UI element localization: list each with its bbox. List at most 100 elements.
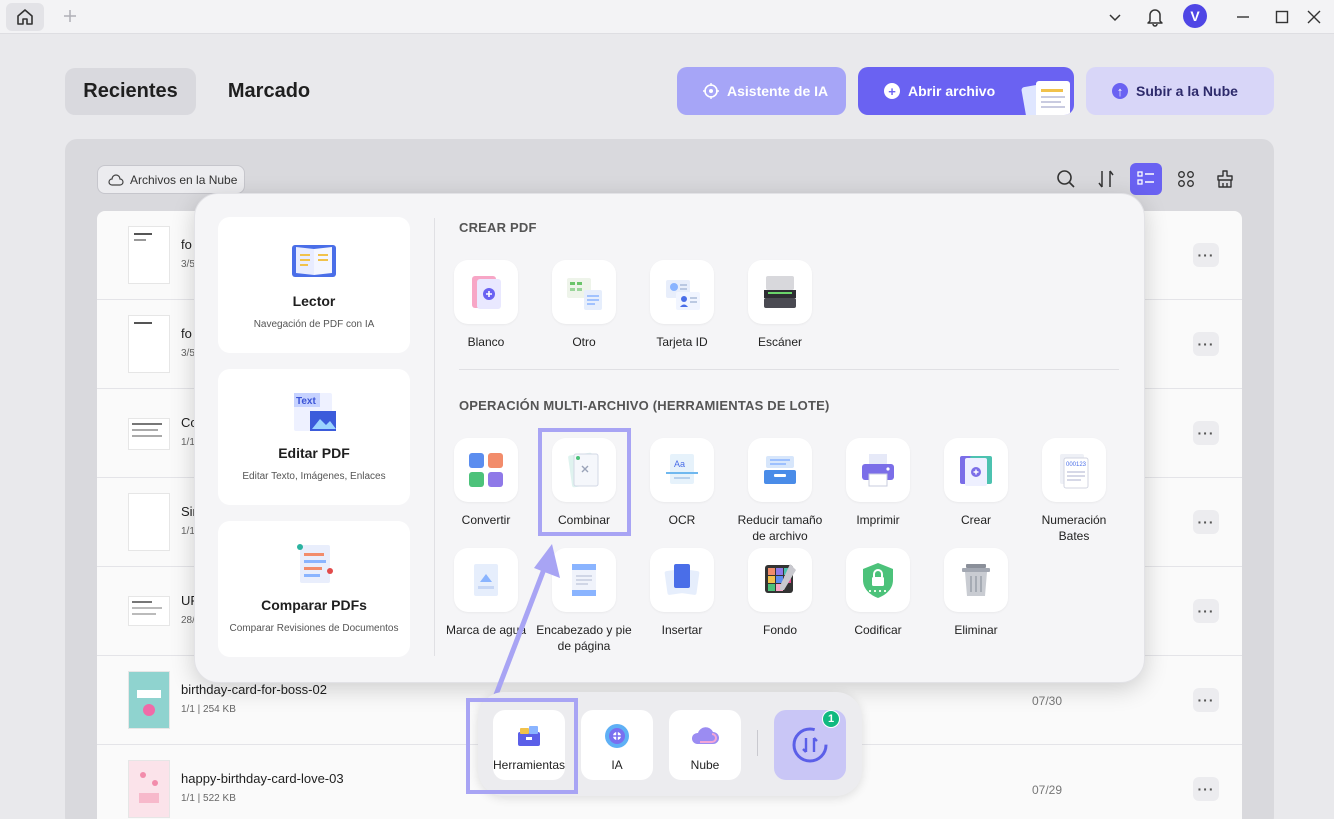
ai-assistant-button[interactable]: Asistente de IA xyxy=(677,67,846,115)
dock-cloud-label: Nube xyxy=(690,758,720,772)
file-meta: 1/1 xyxy=(181,526,195,537)
maximize-icon xyxy=(1275,10,1289,24)
tab-recent[interactable]: Recientes xyxy=(65,68,196,115)
tool-convert[interactable]: Convertir xyxy=(438,438,534,528)
broom-icon xyxy=(1217,170,1233,188)
dock-ai[interactable]: IA xyxy=(581,710,653,780)
compare-pdf-subtitle: Comparar Revisiones de Documentos xyxy=(229,623,399,634)
more-options-button[interactable]: ··· xyxy=(1193,599,1219,623)
file-thumbnail xyxy=(129,672,169,728)
compare-pdf-title: Comparar PDFs xyxy=(261,597,367,613)
popup-divider xyxy=(434,218,435,656)
upload-cloud-button[interactable]: ↑ Subir a la Nube xyxy=(1086,67,1274,115)
svg-text:000123: 000123 xyxy=(1066,462,1087,468)
ai-orb-icon xyxy=(605,724,629,748)
compare-pdf-card[interactable]: Comparar PDFs Comparar Revisiones de Doc… xyxy=(218,521,410,657)
tool-label: Numeración Bates xyxy=(1041,513,1107,543)
notifications-button[interactable] xyxy=(1143,5,1167,29)
more-options-button[interactable]: ··· xyxy=(1193,510,1219,534)
blank-page-icon xyxy=(472,276,501,309)
close-button[interactable] xyxy=(1302,5,1326,29)
more-options-button[interactable]: ··· xyxy=(1193,332,1219,356)
file-meta: 1/1 | 254 KB xyxy=(181,704,236,715)
tool-label: Blanco xyxy=(467,335,505,349)
insert-pages-icon xyxy=(664,564,700,595)
maximize-button[interactable] xyxy=(1270,5,1294,29)
more-options-button[interactable]: ··· xyxy=(1193,421,1219,445)
convert-icon xyxy=(469,453,503,487)
reader-subtitle: Navegación de PDF con IA xyxy=(253,319,375,330)
tool-label: Codificar xyxy=(854,623,902,637)
tool-print[interactable]: Imprimir xyxy=(830,438,926,528)
grid-view-button[interactable] xyxy=(1170,163,1202,195)
tool-label: Otro xyxy=(572,335,596,349)
list-view-button[interactable] xyxy=(1130,163,1162,195)
file-name: happy-birthday-card-love-03 xyxy=(181,771,344,786)
file-thumbnail xyxy=(129,419,169,449)
tool-label: Insertar xyxy=(661,623,703,637)
combine-highlight xyxy=(538,428,631,536)
ocr-icon: Aa xyxy=(666,454,698,484)
tool-insert[interactable]: Insertar xyxy=(634,548,730,638)
background-palette-icon xyxy=(765,564,796,593)
avatar[interactable]: V xyxy=(1183,4,1207,28)
file-meta: 1/1 | 522 KB xyxy=(181,793,236,804)
tool-background[interactable]: Fondo xyxy=(732,548,828,638)
edit-pdf-title: Editar PDF xyxy=(278,445,350,461)
tool-ocr[interactable]: Aa OCR xyxy=(634,438,730,528)
tool-encrypt[interactable]: Codificar xyxy=(830,548,926,638)
tool-label: Escáner xyxy=(757,335,803,349)
tool-reduce-size[interactable]: Reducir tamaño de archivo xyxy=(732,438,828,544)
tool-label: Imprimir xyxy=(856,513,900,527)
search-button[interactable] xyxy=(1050,163,1082,195)
tab-marked[interactable]: Marcado xyxy=(208,68,330,115)
edit-pdf-card[interactable]: Text Editar PDF Editar Texto, Imágenes, … xyxy=(218,369,410,505)
sort-button[interactable] xyxy=(1090,163,1122,195)
home-tab[interactable] xyxy=(6,3,44,31)
file-meta: 28/ xyxy=(181,615,195,626)
tool-id-card[interactable]: Tarjeta ID xyxy=(634,260,730,350)
shield-lock-icon xyxy=(863,563,893,598)
cloud-files-chip[interactable]: Archivos en la Nube xyxy=(97,165,245,194)
more-options-button[interactable]: ··· xyxy=(1193,243,1219,267)
edit-text-icon: Text xyxy=(294,393,336,431)
sync-icon xyxy=(792,727,828,763)
new-tab-button[interactable] xyxy=(58,4,82,28)
create-batch-icon xyxy=(960,456,992,486)
tools-highlight xyxy=(466,698,578,794)
title-bar: V xyxy=(0,0,1334,34)
more-options-button[interactable]: ··· xyxy=(1193,777,1219,801)
file-name: birthday-card-for-boss-02 xyxy=(181,682,327,697)
minimize-button[interactable] xyxy=(1231,5,1255,29)
file-meta: 3/5 xyxy=(181,348,195,359)
tool-delete[interactable]: Eliminar xyxy=(928,548,1024,638)
tool-label: Convertir xyxy=(461,513,511,527)
tool-label: Fondo xyxy=(762,623,798,637)
open-file-button[interactable]: + Abrir archivo xyxy=(858,67,1074,115)
tool-scanner[interactable]: Escáner xyxy=(732,260,828,350)
svg-text:Text: Text xyxy=(296,396,316,407)
tool-bates[interactable]: 000123 Numeración Bates xyxy=(1026,438,1122,544)
file-name: fo xyxy=(181,326,192,341)
file-thumbnail xyxy=(129,316,169,372)
open-file-label: Abrir archivo xyxy=(908,83,996,99)
reader-card[interactable]: Lector Navegación de PDF con IA xyxy=(218,217,410,353)
home-icon xyxy=(17,9,33,25)
sort-icon xyxy=(1098,170,1114,188)
dock-cloud[interactable]: Nube xyxy=(669,710,741,780)
tool-label: OCR xyxy=(668,513,696,527)
tool-create[interactable]: Crear xyxy=(928,438,1024,528)
bates-numbering-icon: 000123 xyxy=(1060,454,1089,489)
reader-title: Lector xyxy=(292,293,336,309)
cloud-icon xyxy=(108,173,124,186)
tool-other[interactable]: Otro xyxy=(536,260,632,350)
edit-pdf-subtitle: Editar Texto, Imágenes, Enlaces xyxy=(242,471,386,482)
tool-blank[interactable]: Blanco xyxy=(438,260,534,350)
clear-button[interactable] xyxy=(1209,163,1241,195)
grid-view-icon xyxy=(1178,171,1194,187)
dropdown-button[interactable] xyxy=(1103,5,1127,29)
compare-icon xyxy=(297,544,333,583)
file-date: 07/30 xyxy=(1032,694,1063,708)
more-options-button[interactable]: ··· xyxy=(1193,688,1219,712)
id-card-icon xyxy=(666,280,700,310)
